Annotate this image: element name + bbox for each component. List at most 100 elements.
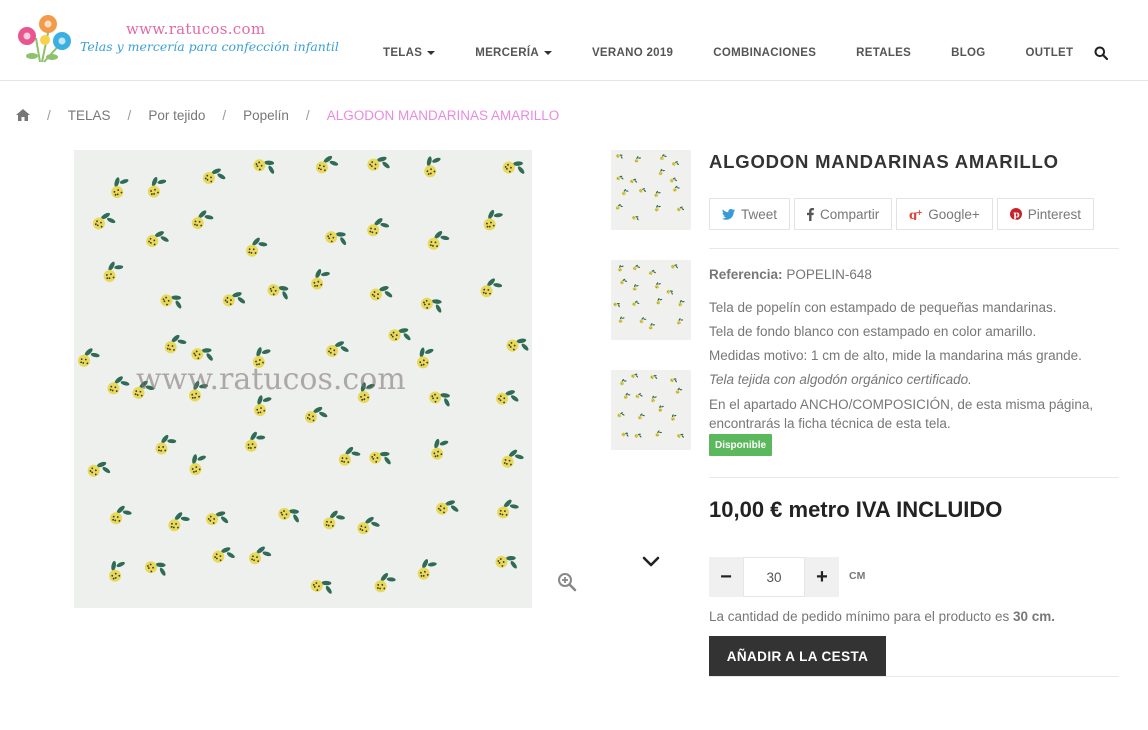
add-to-cart-button[interactable]: AÑADIR A LA CESTA [709,636,886,676]
quantity-increase-button[interactable]: + [805,557,839,597]
share-label: Pinterest [1027,206,1081,222]
thumbnail-pattern [613,264,685,330]
site-logo[interactable]: www.ratucos.com Telas y mercería para co… [14,14,339,66]
share-twitter-button[interactable]: Tweet [709,198,791,230]
mandarin-motif [147,176,167,198]
mandarin-motif [496,390,519,405]
flowers-logo-icon [18,15,71,63]
mandarin-motif [429,391,450,407]
mandarin-motif [651,395,657,403]
mandarin-motif [678,299,685,307]
mandarin-motif [369,286,393,301]
logo-tagline: Telas y mercería para confección infanti… [80,39,339,54]
mandarin-motif [202,168,226,185]
breadcrumb-popelin[interactable]: Popelín [243,108,289,123]
mandarin-motif [144,561,166,576]
mandarin-motif [621,189,629,196]
mandarin-motif [501,449,524,468]
mandarin-motif [367,156,390,171]
mandarin-motif [146,231,169,248]
nav-item-verano-2019[interactable]: VERANO 2019 [572,44,693,62]
mandarin-motif [92,212,116,230]
mandarin-motif [168,512,190,532]
mandarin-motif [427,231,450,250]
caret-down-icon [427,51,436,55]
description-line: En el apartado ANCHO/COMPOSICIÓN, de est… [709,397,1094,431]
divider [709,676,1119,677]
mandarin-motif [424,156,441,178]
mandarin-motif [617,264,624,272]
product-reference: Referencia: POPELIN-648 [709,267,872,282]
mandarin-motif [278,507,300,523]
nav-item-label: BLOG [951,47,986,59]
mandarin-motif [326,341,349,357]
mandarin-motif [676,318,684,325]
mandarin-motif [648,323,656,330]
thumbnail-pattern [617,373,684,438]
zoom-in-icon[interactable] [557,572,577,592]
mandarin-motif [619,378,627,386]
mandarin-motif [87,461,111,477]
quantity-decrease-button[interactable]: − [709,557,743,597]
product-price: 10,00 € metro IVA INCLUIDO [709,497,1003,522]
mandarin-motif [109,560,125,582]
mandarin-motif [160,294,182,309]
nav-item-blog[interactable]: BLOG [931,44,1005,62]
logo-url: www.ratucos.com [126,20,266,38]
mandarin-motif [111,177,129,199]
breadcrumb-current: ALGODON MANDARINAS AMARILLO [326,107,560,123]
product-thumbnail-3[interactable] [611,370,691,450]
share-pinterest-button[interactable]: p Pinterest [996,198,1094,230]
divider [709,477,1119,478]
chevron-down-icon[interactable] [641,553,661,569]
mandarin-motif [436,500,459,515]
nav-item-outlet[interactable]: OUTLET [1006,44,1094,62]
mandarin-motif [103,261,124,282]
mandarin-motif [613,302,620,308]
mandarin-motif [315,155,339,174]
product-thumbnail-1[interactable] [611,150,691,230]
breadcrumb-telas[interactable]: TELAS [68,108,111,123]
breadcrumb-separator: / [222,107,227,123]
quantity-input[interactable] [743,557,805,597]
mandarin-motif [621,432,629,437]
mandarin-motif [253,159,275,174]
mandarin-motif [325,231,347,246]
mandarin-motif [191,210,214,230]
main-nav: TELAS MERCERÍA VERANO 2019 COMBINACIONES… [363,44,1093,62]
mandarin-motif [495,555,517,569]
search-icon[interactable] [1094,46,1108,60]
mandarin-motif [369,451,391,465]
mandarin-motif [670,414,677,421]
product-thumbnail-2[interactable] [611,260,691,340]
nav-item-label: COMBINACIONES [713,47,817,59]
mandarin-motif [618,316,625,324]
pinterest-icon: p [1009,208,1022,220]
nav-item-retales[interactable]: RETALES [836,44,931,62]
nav-item-telas[interactable]: TELAS [363,44,455,62]
share-google-plus-button[interactable]: g + Google+ [896,198,993,230]
share-label: Tweet [741,206,778,222]
thumbnail-pattern [615,154,685,221]
nav-item-combinaciones[interactable]: COMBINACIONES [693,44,836,62]
mandarin-motif [417,347,434,369]
mandarin-motif [623,392,631,400]
share-facebook-button[interactable]: Compartir [794,198,893,230]
nav-item-label: MERCERÍA [475,47,539,59]
nav-item-merceria[interactable]: MERCERÍA [455,44,572,62]
mandarin-motif [155,434,177,455]
breadcrumb-por-tejido[interactable]: Por tejido [148,108,205,123]
product-main-image[interactable]: www.ratucos.com [74,150,532,608]
mandarin-motif [506,338,529,352]
mandarin-motif [205,511,229,526]
mandarin-motif [502,161,525,174]
home-icon[interactable] [16,109,30,121]
minimum-order-notice: La cantidad de pedido mínimo para el pro… [709,609,1055,624]
mandarin-motif [323,510,345,530]
mandarin-motif [658,405,664,412]
mandarin-motif [629,178,638,184]
mandarin-motif [648,269,656,276]
mandarin-motif [676,206,685,212]
divider [709,248,1119,249]
description-line: Tela de fondo blanco con estampado en co… [709,324,1037,339]
